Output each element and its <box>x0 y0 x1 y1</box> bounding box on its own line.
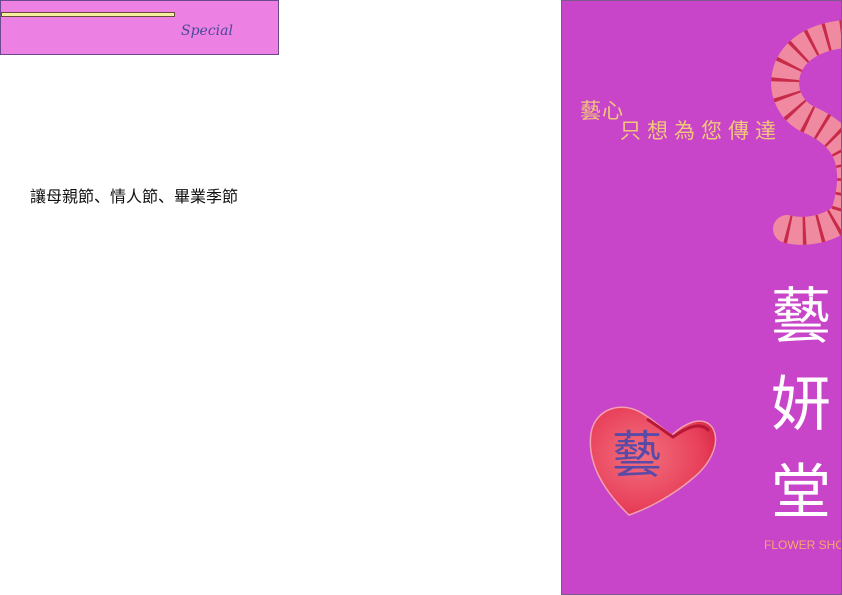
slogan-part2: 只想為您傳達 <box>620 119 782 143</box>
brand-char: 妍 <box>771 370 831 440</box>
brand-name: 藝 妍 堂 <box>767 273 835 537</box>
cover-panel: 藝心 只想為您傳達 藝 藝 妍 堂 FLOWER SHOP <box>561 0 842 595</box>
brand-char: 堂 <box>771 458 831 528</box>
special-banner-bar <box>1 12 175 17</box>
shop-label: FLOWER SHOP <box>764 538 841 552</box>
brand-char: 藝 <box>771 282 831 352</box>
body-text: 讓母親節、情人節、畢業季節 <box>30 187 239 206</box>
heart-character: 藝 <box>612 426 662 484</box>
slogan-part1: 藝心 <box>580 99 624 123</box>
special-banner: Special <box>0 0 279 55</box>
special-label: Special <box>181 23 233 39</box>
